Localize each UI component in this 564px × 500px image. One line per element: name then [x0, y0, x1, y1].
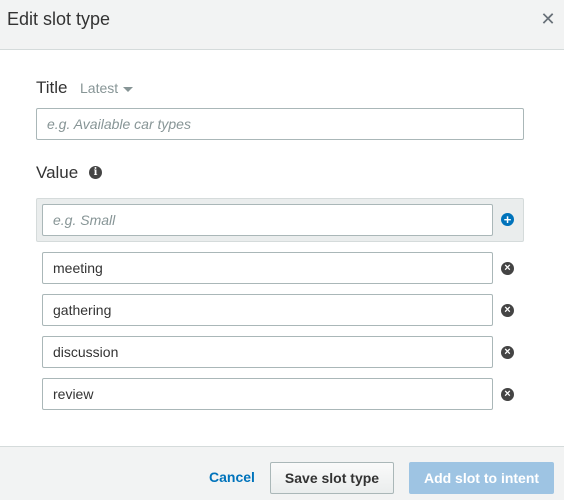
- dialog-footer: Cancel Save slot type Add slot to intent: [0, 446, 564, 500]
- chevron-down-icon: [123, 86, 134, 92]
- version-dropdown-label: Latest: [80, 80, 119, 96]
- slot-value-input-review[interactable]: [42, 378, 493, 410]
- cancel-button[interactable]: Cancel: [209, 469, 255, 485]
- save-slot-type-button[interactable]: Save slot type: [270, 462, 394, 494]
- version-dropdown[interactable]: Latest: [80, 80, 134, 96]
- plus-circle-icon[interactable]: +: [501, 213, 514, 226]
- dialog-header: Edit slot type ✕: [0, 0, 564, 50]
- add-slot-to-intent-button[interactable]: Add slot to intent: [409, 462, 554, 494]
- value-label: Value: [36, 163, 79, 182]
- dialog-title: Edit slot type: [7, 9, 111, 29]
- slot-value-input-meeting[interactable]: [42, 252, 493, 284]
- remove-value-icon[interactable]: ×: [501, 262, 514, 275]
- title-label: Title: [36, 78, 68, 97]
- close-icon[interactable]: ✕: [540, 10, 556, 28]
- new-value-input[interactable]: [42, 204, 493, 236]
- title-input[interactable]: [36, 108, 524, 140]
- remove-value-icon[interactable]: ×: [501, 304, 514, 317]
- remove-value-icon[interactable]: ×: [501, 346, 514, 359]
- slot-value-input-gathering[interactable]: [42, 294, 493, 326]
- remove-value-icon[interactable]: ×: [501, 388, 514, 401]
- slot-value-input-discussion[interactable]: [42, 336, 493, 368]
- info-icon[interactable]: i: [89, 166, 102, 179]
